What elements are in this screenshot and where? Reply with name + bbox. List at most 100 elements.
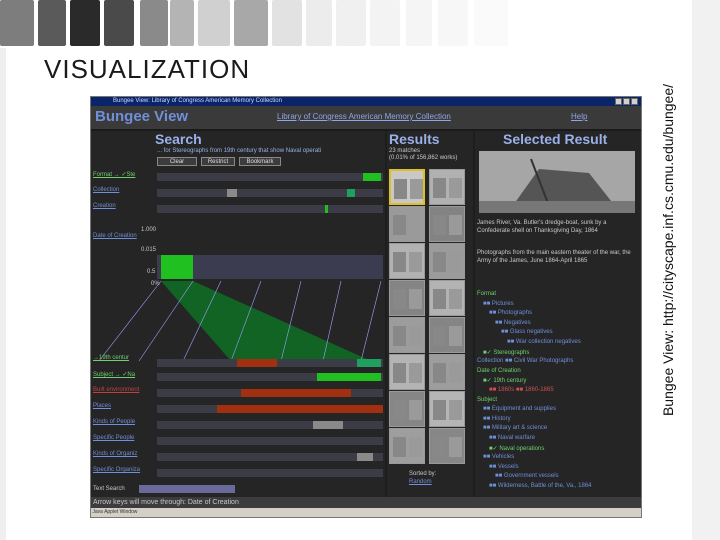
search-panel: Search ... for Stereographs from 19th ce… xyxy=(91,131,385,497)
results-ratio: (0.01% of 156,862 works) xyxy=(389,155,458,161)
result-thumbnail[interactable] xyxy=(429,354,465,390)
tree-node[interactable]: ■■ Pictures xyxy=(483,301,514,307)
result-thumbnail[interactable] xyxy=(429,428,465,464)
tree-node[interactable]: ■■ Naval warfare xyxy=(489,435,535,441)
search-heading: Search xyxy=(155,131,202,147)
result-thumbnail[interactable] xyxy=(429,206,465,242)
tree-node[interactable]: ■■ Wilderness, Battle of the, Va., 1864 xyxy=(489,483,592,489)
tree-node[interactable]: ■■ Equipment and supplies xyxy=(483,406,556,412)
facet-bar-specific-people[interactable] xyxy=(157,437,383,445)
right-edge-decoration xyxy=(692,0,720,540)
minimize-button[interactable] xyxy=(615,98,622,105)
sorted-by-value[interactable]: Random xyxy=(409,479,432,485)
tree-node[interactable]: ■■ History xyxy=(483,416,511,422)
caption-text: Bungee View: http://cityscape.inf.cs.cmu… xyxy=(660,83,676,417)
facet-bar-people[interactable] xyxy=(157,421,383,429)
facet-bar-subject[interactable] xyxy=(157,373,383,381)
result-thumbnail[interactable] xyxy=(429,391,465,427)
binders-decoration xyxy=(0,0,560,48)
results-panel: Results 23 matches (0.01% of 156,862 wor… xyxy=(387,131,473,497)
restrict-button[interactable]: Restrict xyxy=(201,157,235,166)
tree-node[interactable]: ■■ Negatives xyxy=(495,320,531,326)
tree-node[interactable]: ■✓ Stereographs xyxy=(483,349,529,356)
result-thumbnail[interactable] xyxy=(429,280,465,316)
result-thumbnail[interactable] xyxy=(389,206,425,242)
result-thumbnail[interactable] xyxy=(389,354,425,390)
sorted-by-label: Sorted by: xyxy=(409,471,437,477)
selected-image[interactable] xyxy=(479,151,635,213)
result-thumbnail[interactable] xyxy=(389,428,425,464)
facet-bar-built[interactable] xyxy=(157,389,383,397)
selected-panel: Selected Result James River, Va. Butler'… xyxy=(475,131,641,497)
tree-node[interactable]: ■✓ 19th century xyxy=(483,377,526,384)
date-zoom-wedge xyxy=(98,280,382,362)
app-name: Bungee View xyxy=(95,108,189,125)
facet-bar-places[interactable] xyxy=(157,405,383,413)
facet-bar-organizations[interactable] xyxy=(157,453,383,461)
tree-node[interactable]: ■✓ Naval operations xyxy=(489,445,544,452)
tree-node[interactable]: ■■ Vessels xyxy=(489,464,519,470)
facet-built-environment[interactable]: Built environment xyxy=(93,387,139,393)
result-thumbnail[interactable] xyxy=(429,169,465,205)
facet-format[interactable]: Format → ✓Ste xyxy=(93,171,135,178)
tree-node[interactable]: ■■ Glass negatives xyxy=(501,329,553,335)
facet-kinds-of-people[interactable]: Kinds of People xyxy=(93,419,135,425)
selected-collection-note: Photographs from the main eastern theate… xyxy=(477,250,631,264)
search-query: ... for Stereographs from 19th century t… xyxy=(157,148,322,154)
facet-bar-creation[interactable] xyxy=(157,205,383,213)
tree-node[interactable]: ■■ Vehicles xyxy=(483,454,514,460)
result-thumbnail[interactable] xyxy=(389,391,425,427)
facet-subject[interactable]: Subject → ✓Na xyxy=(93,371,135,378)
slide-title: VISUALIZATION xyxy=(44,54,251,84)
facet-creation[interactable]: Creation xyxy=(93,203,116,209)
facet-specific-people[interactable]: Specific People xyxy=(93,435,134,441)
tree-node[interactable]: ■■ War collection negatives xyxy=(507,339,581,345)
selected-caption: James River, Va. Butler's dredge-boat, s… xyxy=(477,220,607,234)
facet-specific-organizations[interactable]: Specific Organiza xyxy=(93,467,140,473)
facet-date-of-creation[interactable]: Date of Creation xyxy=(93,233,137,239)
facet-bar-collection[interactable] xyxy=(157,189,383,197)
tree-node[interactable]: Format xyxy=(477,291,496,297)
facet-kinds-of-organizations[interactable]: Kinds of Organiz xyxy=(93,451,137,457)
maximize-button[interactable] xyxy=(623,98,630,105)
result-thumbnail[interactable] xyxy=(429,243,465,279)
axis-tick-1: 1.000 xyxy=(141,227,157,233)
java-statusbar: Java Applet Window xyxy=(91,508,641,517)
date-histogram[interactable] xyxy=(157,255,383,279)
facet-highlight-19th[interactable]: →19th centur xyxy=(93,355,129,361)
axis-tick-3: 0.5 xyxy=(147,269,156,275)
clear-button[interactable]: Clear xyxy=(157,157,197,166)
results-count: 23 matches xyxy=(389,148,421,154)
facet-bar-specific-organizations[interactable] xyxy=(157,469,383,477)
facet-bar-format[interactable] xyxy=(157,173,383,181)
result-thumbnail[interactable] xyxy=(389,169,425,205)
tree-node[interactable]: Collection ■■ Civil War Photographs xyxy=(477,358,573,364)
text-search-input[interactable] xyxy=(139,485,235,493)
slide-caption: Bungee View: http://cityscape.inf.cs.cmu… xyxy=(654,10,682,490)
facet-collection[interactable]: Collection xyxy=(93,187,119,193)
result-thumbnail[interactable] xyxy=(389,317,425,353)
tree-node[interactable]: ■■ Government vessels xyxy=(495,473,559,479)
result-thumbnail[interactable] xyxy=(389,243,425,279)
left-edge-decoration xyxy=(0,48,6,540)
window-titlebar: Bungee View: Library of Congress America… xyxy=(91,97,641,106)
facet-places[interactable]: Places xyxy=(93,403,111,409)
help-link[interactable]: Help xyxy=(571,112,587,121)
window-title: Bungee View: Library of Congress America… xyxy=(113,98,282,104)
collection-link[interactable]: Library of Congress American Memory Coll… xyxy=(277,112,451,121)
axis-tick-2: 0.015 xyxy=(141,247,157,253)
facet-bar-date-detail[interactable] xyxy=(157,359,383,367)
tree-node[interactable]: ■■ 1860s ■■ 1860-1865 xyxy=(489,387,554,393)
result-thumbnail[interactable] xyxy=(429,317,465,353)
tree-node[interactable]: ■■ Military art & science xyxy=(483,425,547,431)
tree-node[interactable]: Subject xyxy=(477,397,497,403)
bookmark-button[interactable]: Bookmark xyxy=(239,157,281,166)
result-thumbnail[interactable] xyxy=(389,280,425,316)
tree-node[interactable]: Date of Creation xyxy=(477,368,521,374)
bungee-screenshot: Bungee View: Library of Congress America… xyxy=(90,96,642,518)
close-button[interactable] xyxy=(631,98,638,105)
results-heading: Results xyxy=(389,131,440,147)
selected-heading: Selected Result xyxy=(503,131,608,147)
tree-node[interactable]: ■■ Photographs xyxy=(489,310,532,316)
status-line: Arrow keys will move through: Date of Cr… xyxy=(91,497,641,508)
